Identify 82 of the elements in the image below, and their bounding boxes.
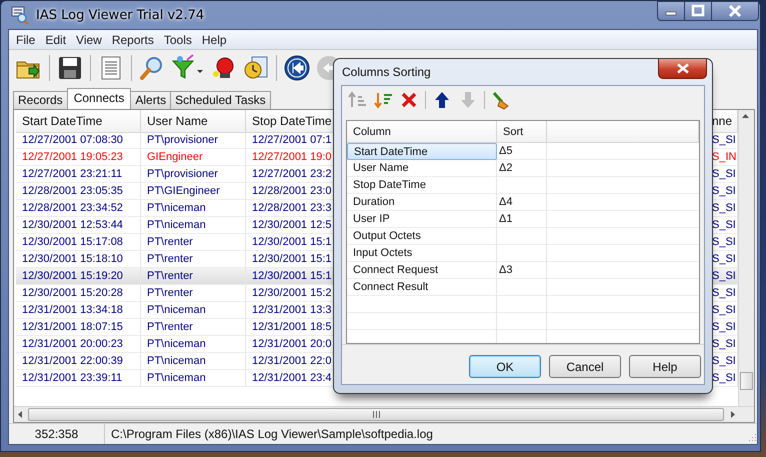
menu-item[interactable]: Tools [158,32,197,46]
column-name[interactable]: Input Octets [347,245,497,262]
skip-back-icon[interactable] [283,54,311,82]
maximize-icon[interactable] [685,1,712,21]
column-header[interactable]: Sort [497,121,547,143]
menu-item[interactable]: Help [196,32,232,46]
column-name[interactable]: Connect Result [347,279,497,296]
table-cell: 12/30/2001 12:53:44 [16,217,141,234]
up-arrow-icon[interactable] [432,90,452,110]
column-name[interactable]: Output Octets [347,228,497,245]
column-header[interactable]: Start DateTime [16,110,141,133]
menu-item[interactable]: Reports [106,32,159,46]
sort-order: Δ5 [497,143,547,160]
vertical-scrollbar[interactable] [738,110,754,406]
minimize-icon[interactable] [657,1,685,21]
sort-descending-icon[interactable] [373,90,393,110]
table-cell: 12/31/2001 22:00:39 [16,353,141,370]
table-cell: PT\niceman [141,217,246,234]
column-name[interactable]: User IP [347,211,497,228]
column-name[interactable]: Start DateTime [347,143,497,160]
sort-order: Δ4 [497,194,547,211]
column-name[interactable]: Duration [347,194,497,211]
table-cell: 12/28/2001 23:34:52 [16,200,141,217]
horizontal-scrollbar[interactable] [14,406,754,422]
table-cell: PT\GIEngineer [141,183,246,200]
sort-order: Δ3 [497,262,547,279]
column-name[interactable]: User Name [347,160,497,177]
table-cell: PT\renter [141,268,246,285]
table-cell: 12/31/2001 23:39:11 [16,370,141,387]
table-cell: PT\niceman [141,302,246,319]
table-cell: 12/30/2001 15:17:08 [16,234,141,251]
table-cell: 12/31/2001 20:00:23 [16,336,141,353]
table-cell: GIEngineer [141,149,246,166]
table-cell: 12/30/2001 15:19:20 [16,268,141,285]
table-cell: 12/30/2001 15:20:28 [16,285,141,302]
tab[interactable]: Connects [66,88,132,109]
window-title: IAS Log Viewer Trial v2.74 [36,8,206,22]
scroll-thumb[interactable] [740,372,753,390]
table-cell: 12/27/2001 07:08:30 [16,132,141,149]
tab[interactable]: Scheduled Tasks [170,91,271,109]
close-button[interactable] [658,59,707,79]
broom-icon[interactable] [491,90,511,110]
delete-icon[interactable] [399,90,419,110]
menu-item[interactable]: Edit [40,32,72,46]
column-header[interactable]: nne [712,110,738,133]
table-cell: PT\renter [141,285,246,302]
dialog-button[interactable]: OK [469,355,541,378]
close-icon [676,63,690,74]
table-cell: PT\niceman [141,200,246,217]
cursor-position: 352:358 [9,424,105,444]
sort-order: Δ2 [497,160,547,177]
grip-icon [372,411,380,418]
column-header[interactable]: Column [347,121,497,143]
dialog-title: Columns Sorting [341,65,432,79]
menu-item[interactable]: View [71,32,107,46]
scroll-thumb[interactable] [28,408,724,421]
table-cell: PT\niceman [141,370,246,387]
sort-order: Δ1 [497,211,547,228]
dialog-button[interactable]: Help [629,355,701,378]
table-cell: PT\renter [141,234,246,251]
table-cell: S_SI [712,268,738,285]
save-icon[interactable] [56,54,84,82]
table-cell: PT\provisioner [141,132,246,149]
close-icon[interactable] [712,1,759,21]
table-cell: PT\provisioner [141,166,246,183]
tab[interactable]: Records [13,91,68,109]
table-cell: PT\niceman [141,336,246,353]
column-name[interactable]: Stop DateTime [347,177,497,194]
dialog-button[interactable]: Cancel [549,355,621,378]
menu-item[interactable]: File [11,32,40,46]
table-cell: PT\niceman [141,353,246,370]
table-cell: 12/31/2001 13:34:18 [16,302,141,319]
column-header[interactable]: User Name [141,110,246,133]
table-cell: 12/28/2001 23:05:35 [16,183,141,200]
tab[interactable]: Alerts [130,91,172,109]
table-cell: 12/27/2001 23:21:11 [16,166,141,183]
table-cell: PT\renter [141,319,246,336]
table-cell: 12/27/2001 19:05:23 [16,149,141,166]
table-cell: 12/31/2001 18:07:15 [16,319,141,336]
column-name[interactable]: Connect Request [347,262,497,279]
file-path: C:\Program Files (x86)\IAS Log Viewer\Sample\softpedia.log [110,426,434,443]
app-icon [10,5,30,25]
